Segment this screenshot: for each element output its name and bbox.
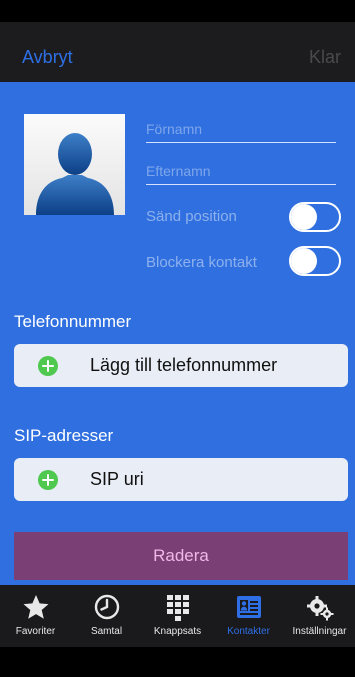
tab-bar: Favoriter Samtal Knappsats Kontakter Ins… <box>0 585 355 647</box>
add-phone-button[interactable]: Lägg till telefonnummer <box>14 344 348 387</box>
send-position-label: Sänd position <box>146 208 237 225</box>
status-bar <box>0 0 355 22</box>
contact-editor: Förnamn Efternamn Sänd position Blockera… <box>0 82 355 585</box>
add-phone-label: Lägg till telefonnummer <box>90 355 278 375</box>
add-icon <box>38 356 58 376</box>
toggle-knob <box>291 204 317 230</box>
add-icon <box>38 470 58 490</box>
last-name-field[interactable]: Efternamn <box>146 160 336 185</box>
delete-button[interactable]: Radera <box>14 532 348 580</box>
star-icon <box>23 595 48 619</box>
keypad-icon <box>166 595 189 621</box>
gears-icon <box>306 596 333 621</box>
tab-keypad-label: Knappsats <box>153 626 202 637</box>
tab-settings-label: Inställningar <box>292 626 347 637</box>
tab-favorites[interactable]: Favoriter <box>0 585 71 647</box>
tab-contacts[interactable]: Kontakter <box>213 585 284 647</box>
cancel-button[interactable]: Avbryt <box>22 47 73 68</box>
sip-section-title: SIP-adresser <box>14 426 114 445</box>
done-button[interactable]: Klar <box>309 47 341 68</box>
tab-calls[interactable]: Samtal <box>71 585 142 647</box>
send-position-toggle[interactable] <box>289 202 341 232</box>
block-contact-toggle[interactable] <box>289 246 341 276</box>
block-contact-label: Blockera kontakt <box>146 254 257 271</box>
contact-avatar[interactable] <box>24 114 125 215</box>
add-sip-label: SIP uri <box>90 469 144 489</box>
tab-calls-label: Samtal <box>90 626 123 637</box>
person-silhouette-icon <box>36 133 114 215</box>
contacts-icon <box>236 596 261 618</box>
phone-section-title: Telefonnummer <box>14 312 132 331</box>
tab-settings[interactable]: Inställningar <box>284 585 355 647</box>
tab-contacts-label: Kontakter <box>227 626 270 637</box>
toggle-knob <box>291 248 317 274</box>
home-indicator-area <box>0 647 355 677</box>
tab-keypad[interactable]: Knappsats <box>142 585 213 647</box>
add-sip-button[interactable]: SIP uri <box>14 458 348 501</box>
first-name-field[interactable]: Förnamn <box>146 118 336 143</box>
clock-icon <box>94 594 119 620</box>
tab-favorites-label: Favoriter <box>15 626 56 637</box>
